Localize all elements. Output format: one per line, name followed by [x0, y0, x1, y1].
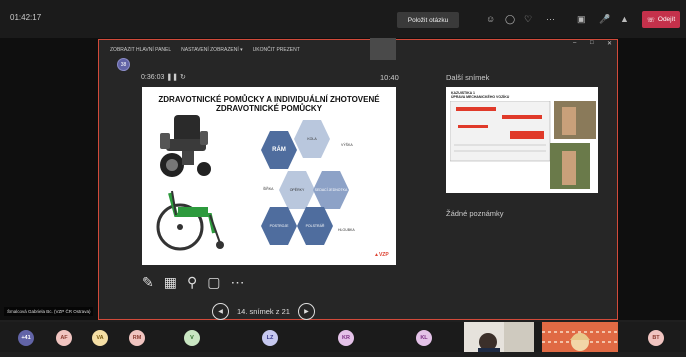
hex-polstrar: POLSTRÁŘ [297, 207, 333, 245]
all-slides-icon[interactable]: ▦ [164, 274, 177, 291]
more-icon[interactable]: ⋯ [546, 14, 555, 24]
presentation-tools: ✎ ▦ ⚲ ▢ ⋯ [142, 272, 244, 292]
participant-video [464, 322, 534, 354]
next-slide-title: KAZUISTIKA 1 ÚPRAVA MECHANICKÉHO VOZÍKU [451, 91, 509, 99]
zoom-icon[interactable]: ⚲ [187, 274, 197, 291]
display-settings-button[interactable]: NASTAVENÍ ZOBRAZENÍ ▾ [181, 47, 243, 53]
active-speaker-video-tile[interactable] [542, 322, 618, 352]
elapsed-time: 0:36:03 [141, 74, 165, 81]
label-sirka: ŠÍŘKA [263, 187, 274, 191]
reactions-icon[interactable]: ♡ [524, 14, 532, 24]
participant-video-tile[interactable] [464, 322, 534, 354]
minimize-icon[interactable]: – [573, 40, 576, 46]
end-presentation-button[interactable]: UKONČIT PREZENT [253, 47, 300, 53]
slide-navigation: ◀ 14. snímek z 21 ▶ [212, 301, 315, 321]
reset-icon[interactable]: ↻ [180, 74, 186, 81]
next-slide-button[interactable]: ▶ [297, 302, 315, 320]
toolbar-overlay [370, 38, 396, 60]
power-wheelchair-image [160, 115, 211, 177]
participant-avatar[interactable]: RM [129, 330, 145, 346]
presenter-clock: 10:40 [380, 73, 399, 82]
notes-label: Žádné poznámky [446, 209, 504, 218]
vzp-logo-text: VZP [378, 252, 389, 258]
hex-operky: OPĚRKY [279, 171, 315, 209]
presenter-toolbar: ZOBRAZIT HLAVNÍ PANEL NASTAVENÍ ZOBRAZEN… [100, 43, 370, 56]
chat-icon[interactable]: ◯ [505, 14, 515, 24]
current-slide: ZDRAVOTNICKÉ POMŮCKY A INDIVIDUÁLNÍ ZHOT… [142, 87, 396, 265]
next-slide-content [450, 101, 596, 189]
speaker-name: Šmalcová Gabriela Bc. (VZP ČR Ostrava) [4, 307, 94, 316]
active-speaker-video [542, 322, 618, 352]
meeting-clock: 01:42:17 [10, 13, 42, 22]
close-icon[interactable]: ✕ [607, 40, 612, 47]
presenter-badge: 38 [117, 58, 130, 71]
participant-avatar[interactable]: +41 [18, 330, 34, 346]
screen-icon[interactable]: ▢ [207, 274, 220, 291]
hex-ram: RÁM [261, 131, 297, 169]
hex-postroje: POSTROJE [261, 207, 297, 245]
restore-icon[interactable]: □ [590, 40, 594, 46]
slide-counter: 14. snímek z 21 [237, 306, 290, 316]
raise-hand-button[interactable]: Položit otázku [397, 12, 459, 28]
phone-icon: ☏ [646, 16, 655, 24]
mic-icon[interactable]: 🎤 [599, 14, 610, 24]
show-taskbar-button[interactable]: ZOBRAZIT HLAVNÍ PANEL [110, 47, 171, 53]
participant-avatar[interactable]: LZ [262, 330, 278, 346]
vzp-logo: ▲VZP [374, 252, 389, 258]
leave-label: Odejít [657, 16, 676, 23]
next-slide-title-line2: ÚPRAVA MECHANICKÉHO VOZÍKU [451, 95, 510, 99]
next-slide-label: Další snímek [446, 73, 490, 82]
meeting-topbar: 01:42:17 Položit otázku ☺ ◯ ♡ ⋯ ▣ 🎤 ▲ ☏ … [0, 0, 686, 38]
slide-title-line1: ZDRAVOTNICKÉ POMŮCKY A INDIVIDUÁLNÍ ZHOT… [158, 95, 380, 104]
participant-avatar[interactable]: KR [338, 330, 354, 346]
participant-avatar[interactable]: VA [92, 330, 108, 346]
camera-icon[interactable]: ▣ [577, 14, 586, 24]
manual-wheelchair-image [156, 190, 224, 251]
more-options-icon[interactable]: ⋯ [230, 274, 244, 291]
participant-avatar[interactable]: BT [648, 330, 664, 346]
share-icon[interactable]: ▲ [620, 14, 629, 24]
elapsed-timer: 0:36:03 ❚❚ ↻ [141, 73, 186, 81]
label-vyska: VÝŠKA [341, 143, 353, 147]
participant-avatar[interactable]: KL [416, 330, 432, 346]
hex-kola: KOLA [294, 120, 330, 158]
label-hloubka: HLOUBKA [338, 228, 355, 232]
people-icon[interactable]: ☺ [486, 14, 495, 24]
participant-avatar[interactable]: AF [56, 330, 72, 346]
next-slide-thumbnail[interactable]: KAZUISTIKA 1 ÚPRAVA MECHANICKÉHO VOZÍKU [446, 87, 598, 193]
leave-button[interactable]: ☏ Odejít [642, 11, 680, 28]
participant-avatar[interactable]: V [184, 330, 200, 346]
hex-sedaci-jednotka: SEDACÍ JEDNOTKA [313, 171, 349, 209]
previous-slide-button[interactable]: ◀ [212, 302, 229, 320]
pen-icon[interactable]: ✎ [142, 274, 154, 291]
pause-icon[interactable]: ❚❚ [166, 74, 180, 81]
